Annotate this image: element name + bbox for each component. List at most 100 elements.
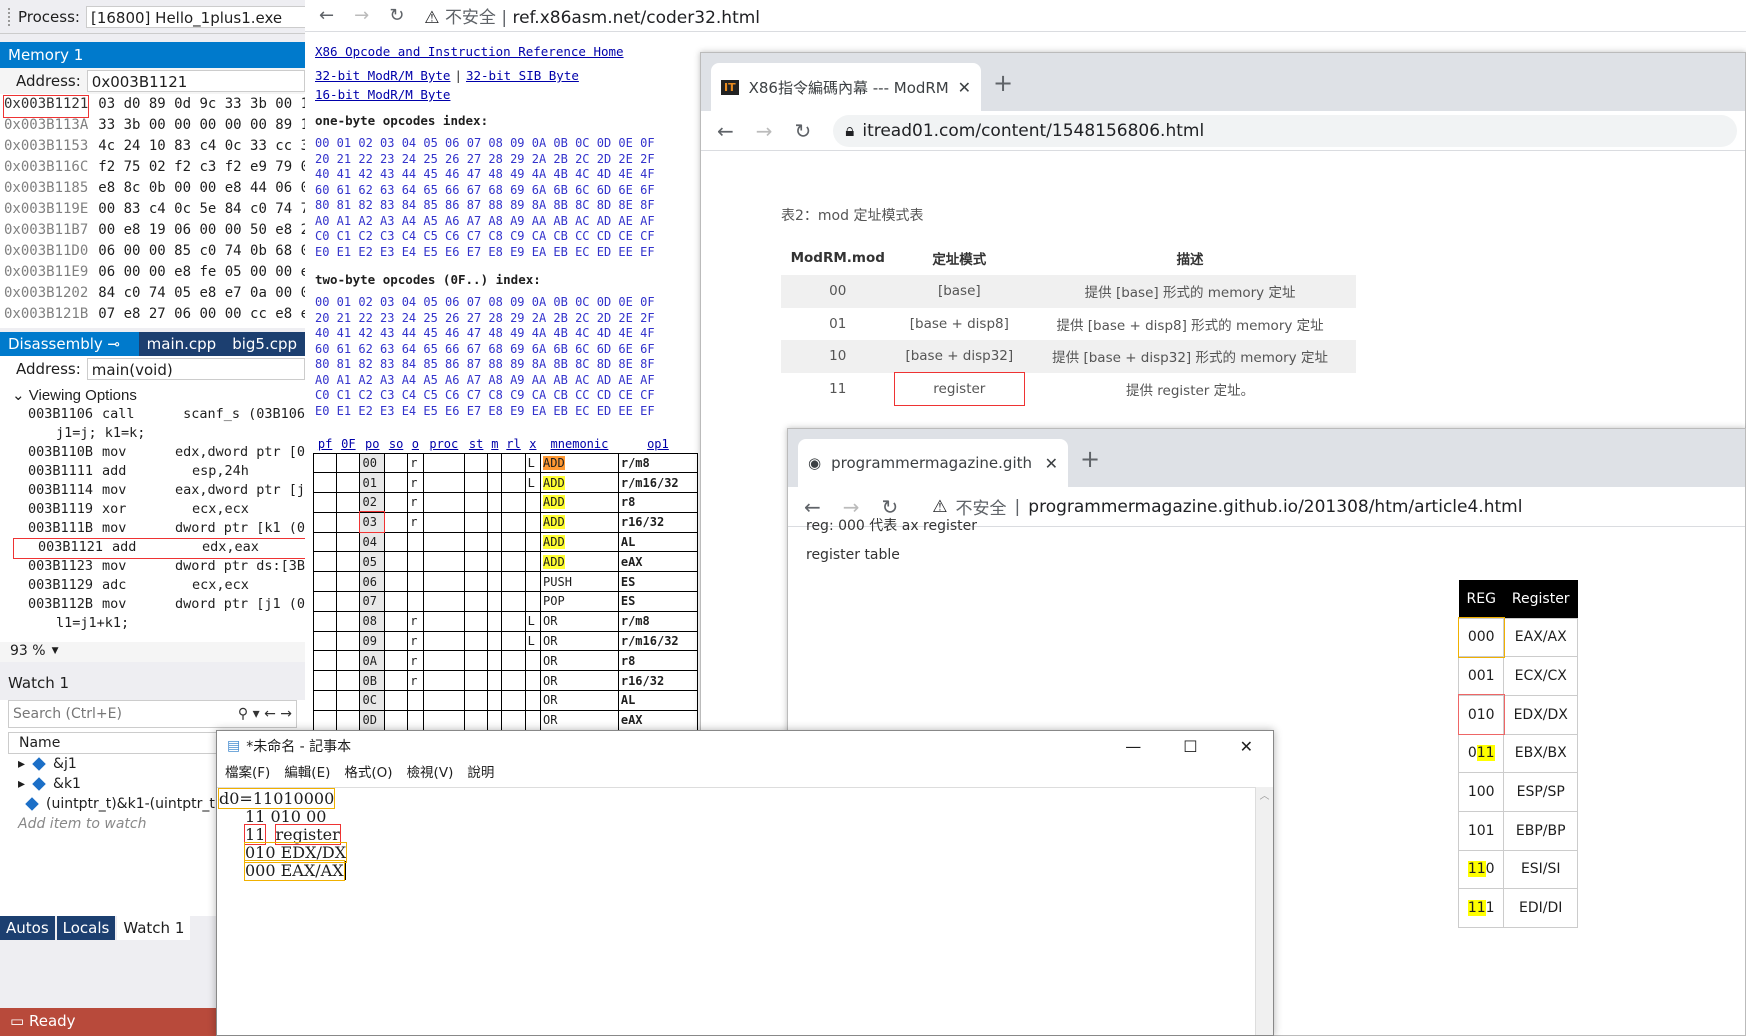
menu-item[interactable]: 編輯(E) <box>284 761 330 783</box>
column-header-0f[interactable]: 0F <box>336 435 360 454</box>
tab-big5-cpp[interactable]: big5.cpp <box>224 332 305 356</box>
notepad-scrollbar[interactable]: ︿ <box>1255 787 1273 1035</box>
asm-addr: 003B112B <box>28 596 94 612</box>
opcode-cell <box>464 571 489 593</box>
column-header-proc[interactable]: proc <box>423 435 465 454</box>
column-header-po[interactable]: po <box>359 435 385 454</box>
link-sib-32[interactable]: 32-bit SIB Byte <box>466 68 579 83</box>
minimize-icon[interactable]: — <box>1125 737 1141 756</box>
disassembly-address-input[interactable]: main(void) <box>86 358 305 380</box>
memory-bytes: 33 3b 00 00 00 00 00 89 1 <box>98 117 305 133</box>
browser-tab[interactable]: IT X86指令編碼內幕 --- ModRM 定 ✕ <box>711 63 981 111</box>
home-link[interactable]: X86 Opcode and Instruction Reference Hom… <box>315 44 624 59</box>
url-text: ref.x86asm.net/coder32.html <box>512 8 761 28</box>
close-icon[interactable]: ✕ <box>8 353 21 356</box>
tab-main-cpp[interactable]: main.cpp <box>138 332 225 356</box>
chevron-up-icon[interactable]: ︿ <box>1256 787 1273 802</box>
column-header-st[interactable]: st <box>464 435 488 454</box>
memory-bytes: 03 d0 89 0d 9c 33 3b 00 1 <box>98 96 305 112</box>
column-header-op1[interactable]: op1 <box>618 435 698 454</box>
new-tab-icon[interactable]: + <box>993 69 1013 97</box>
search-icon[interactable]: ⚲ ▾ ← → <box>238 706 292 722</box>
search-placeholder: Search (Ctrl+E) <box>13 706 122 722</box>
memory-grid: 0x003B1121 03 d0 89 0d 9c 33 3b 00 1 0x003… <box>0 94 305 328</box>
maximize-icon[interactable]: ☐ <box>1183 737 1197 756</box>
watch-search-input[interactable]: Search (Ctrl+E) ⚲ ▾ ← → <box>8 700 297 728</box>
column-header-x[interactable]: x <box>525 435 541 454</box>
column-header-mnemonic[interactable]: mnemonic <box>540 435 619 454</box>
menu-item[interactable]: 檔案(F) <box>225 761 270 783</box>
back-icon[interactable]: ← <box>319 5 334 26</box>
memory-bytes: 4c 24 10 83 c4 0c 33 cc 3 <box>98 138 305 154</box>
register-cell: 001 <box>1457 656 1505 696</box>
reg-note: reg: 000 代表 ax register <box>806 518 978 534</box>
opcode-cell: r/m16/32 <box>617 472 699 494</box>
watch-panel-title[interactable]: Watch 1 <box>0 668 305 696</box>
reg-bits-part: 0 <box>1485 861 1495 878</box>
tab-autos[interactable]: Autos <box>0 916 55 940</box>
column-header-o[interactable]: o <box>407 435 424 454</box>
process-dropdown[interactable]: [16800] Hello_1plus1.exe ▼ <box>85 5 326 28</box>
disassembly-address-value: main(void) <box>91 361 173 379</box>
opcode-row: 06 PUSH ES <box>312 571 699 593</box>
address-bar[interactable]: ⚠ 不安全 | programmermagazine.github.io/201… <box>920 490 1745 523</box>
text-line-1: d0=11010000 <box>217 788 1253 809</box>
viewing-options-label: Viewing Options <box>28 387 137 404</box>
close-icon[interactable]: ✕ <box>1240 737 1253 756</box>
asm-line: 003B1114 mov eax,dword ptr [j <box>4 482 305 501</box>
source-text: l1=j1+k1; <box>56 615 130 631</box>
reload-icon[interactable]: ↻ <box>389 5 404 26</box>
link-modrm-32[interactable]: 32-bit ModR/M Byte <box>315 68 450 83</box>
menu-item[interactable]: 檢視(V) <box>407 761 454 783</box>
disassembly-view: ⌄ Viewing Options 003B1106 call scanf_s (0… <box>0 382 305 642</box>
memory-address: 0x003B121B <box>4 306 89 322</box>
opcode-cell <box>312 511 338 533</box>
column-header-rl[interactable]: rl <box>501 435 526 454</box>
expand-icon[interactable]: ▸ <box>18 776 25 792</box>
column-header-m[interactable]: m <box>487 435 502 454</box>
opcode-index-row: E0 E1 E2 E3 E4 E5 E6 E7 E8 E9 EA EB EC E… <box>315 244 655 259</box>
text-line-4-content: 010 EDX/DX <box>243 842 348 863</box>
close-icon[interactable]: ✕ <box>1045 454 1058 473</box>
viewing-options[interactable]: ⌄ Viewing Options <box>4 382 305 406</box>
forward-icon[interactable]: → <box>756 119 773 143</box>
reg-bits-part: 11 <box>1467 861 1486 878</box>
opcode-cell <box>422 670 466 692</box>
address-bar[interactable]: 🔒︎ itread01.com/content/1548156806.html <box>833 114 1737 147</box>
browser-tab[interactable]: ◉ programmermagazine.github.i ✕ <box>798 439 1068 487</box>
new-tab-icon[interactable]: + <box>1080 445 1100 473</box>
tab-watch-1[interactable]: Watch 1 <box>117 916 191 940</box>
opcode-cell <box>524 690 542 711</box>
opcode-row: 00 r L ADD r/m8 <box>312 452 699 474</box>
watch-item-name: (uintptr_t)&k1-(uintptr_t)& <box>46 796 232 812</box>
mod-cell: 11 <box>829 380 847 397</box>
status-icon: ▭ <box>10 1012 25 1030</box>
opcode-cell <box>422 452 466 474</box>
column-header-pf[interactable]: pf <box>313 435 337 454</box>
back-icon[interactable]: ← <box>717 119 734 143</box>
asm-addr: 003B111B <box>28 520 94 536</box>
memory-panel-title[interactable]: Memory 1 <box>0 42 305 68</box>
menu-item[interactable]: 說明 <box>467 761 494 783</box>
zoom-level[interactable]: 93 % <box>10 643 46 661</box>
address-label: Address: <box>16 360 81 378</box>
pin-icon[interactable]: ⊸ <box>108 335 121 353</box>
menu-item[interactable]: 格式(O) <box>344 761 392 783</box>
opcode-cell: OR <box>540 670 619 692</box>
close-icon[interactable]: ✕ <box>958 78 971 97</box>
register-cell: ESI/SI <box>1503 849 1579 890</box>
memory-address-input[interactable]: 0x003B1121 <box>86 70 305 92</box>
opcode-cell <box>487 551 503 573</box>
notepad-text-area[interactable]: d0=11010000 11 010 00 11 register 010 ED… <box>217 787 1255 1035</box>
expand-icon[interactable]: ▸ <box>18 756 25 772</box>
memory-bytes: 00 83 c4 0c 5e 84 c0 74 7 <box>98 201 305 217</box>
tab-disassembly[interactable]: Disassembly ⊸ ✕ <box>0 332 139 356</box>
tab-locals[interactable]: Locals <box>56 916 116 940</box>
address-bar[interactable]: ⚠ 不安全 | ref.x86asm.net/coder32.html <box>424 3 760 28</box>
column-header-so[interactable]: so <box>384 435 408 454</box>
reload-icon[interactable]: ↻ <box>795 119 812 143</box>
forward-icon[interactable]: → <box>354 5 369 26</box>
opcode-cell: 01 <box>359 472 385 494</box>
asm-addr: 003B1114 <box>28 482 94 498</box>
link-modrm-16[interactable]: 16-bit ModR/M Byte <box>315 87 450 102</box>
